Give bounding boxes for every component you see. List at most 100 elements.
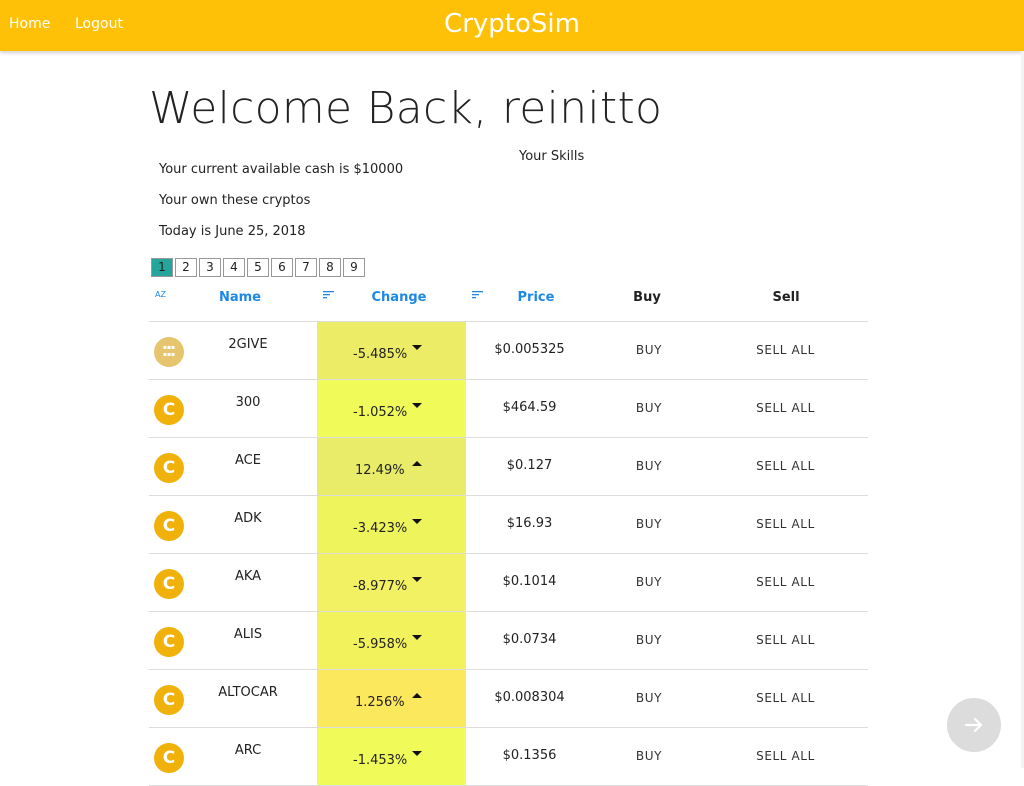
change-percent: -3.423% bbox=[353, 521, 408, 536]
page-title: Welcome Back, reinitto bbox=[149, 83, 663, 134]
change-cell: 12.49% bbox=[317, 438, 466, 495]
sell-all-button[interactable]: SELL ALL bbox=[737, 691, 834, 705]
sell-all-button[interactable]: SELL ALL bbox=[737, 459, 834, 473]
arrow-down-icon bbox=[412, 635, 422, 640]
change-percent: -1.052% bbox=[353, 405, 408, 420]
table-row: C ACE 12.49% $0.127 BUY SELL ALL bbox=[149, 438, 868, 496]
cash-text: Your current available cash is $10000 bbox=[159, 162, 404, 177]
buy-button[interactable]: BUY bbox=[619, 575, 679, 589]
arrow-down-icon bbox=[412, 345, 422, 350]
price-value: $0.1014 bbox=[502, 574, 557, 589]
page-button-1[interactable]: 1 bbox=[151, 258, 173, 277]
table-row: C 300 -1.052% $464.59 BUY SELL ALL bbox=[149, 380, 868, 438]
change-percent: -5.485% bbox=[353, 347, 408, 362]
coin-icon: C bbox=[154, 453, 184, 483]
pagination: 123456789 bbox=[151, 258, 367, 277]
price-value: $464.59 bbox=[502, 400, 557, 415]
crypto-name: ACE bbox=[235, 453, 261, 468]
sell-all-button[interactable]: SELL ALL bbox=[737, 517, 834, 531]
sell-all-button[interactable]: SELL ALL bbox=[737, 343, 834, 357]
sort-az-label: AZ bbox=[155, 290, 166, 299]
page-button-4[interactable]: 4 bbox=[223, 258, 245, 277]
arrow-down-icon bbox=[412, 519, 422, 524]
change-cell: -8.977% bbox=[317, 554, 466, 611]
sell-all-button[interactable]: SELL ALL bbox=[737, 401, 834, 415]
coin-glyph: C bbox=[162, 400, 176, 420]
crypto-table-body: ▪▪▪ ▪▪▪ 2GIVE -5.485% $0.005325 BUY SELL ALL C 3… bbox=[149, 322, 868, 786]
arrow-down-icon bbox=[412, 577, 422, 582]
sort-lines-icon bbox=[472, 291, 483, 299]
price-value: $16.93 bbox=[506, 516, 553, 531]
crypto-name: ADK bbox=[234, 511, 262, 526]
table-row: C ALIS -5.958% $0.0734 BUY SELL ALL bbox=[149, 612, 868, 670]
buy-button[interactable]: BUY bbox=[619, 517, 679, 531]
sell-all-button[interactable]: SELL ALL bbox=[737, 575, 834, 589]
sort-price-icon[interactable] bbox=[472, 291, 483, 301]
price-value: $0.1356 bbox=[502, 748, 557, 763]
page-button-8[interactable]: 8 bbox=[319, 258, 341, 277]
coin-glyph: C bbox=[162, 516, 176, 536]
arrow-up-icon bbox=[412, 461, 422, 466]
buy-button[interactable]: BUY bbox=[619, 749, 679, 763]
change-cell: -3.423% bbox=[317, 496, 466, 553]
price-column-header[interactable]: Price bbox=[511, 290, 561, 305]
next-page-button[interactable] bbox=[947, 698, 1001, 752]
change-percent: -8.977% bbox=[353, 579, 408, 594]
price-value: $0.008304 bbox=[494, 690, 565, 705]
name-column-header[interactable]: Name bbox=[215, 290, 265, 305]
change-cell: -1.052% bbox=[317, 380, 466, 437]
coin-icon: C bbox=[154, 627, 184, 657]
table-row: C ARC -1.453% $0.1356 BUY SELL ALL bbox=[149, 728, 868, 786]
coin-glyph: C bbox=[162, 690, 176, 710]
table-row: C ADK -3.423% $16.93 BUY SELL ALL bbox=[149, 496, 868, 554]
change-percent: -5.958% bbox=[353, 637, 408, 652]
change-column-header[interactable]: Change bbox=[369, 290, 429, 305]
page-button-6[interactable]: 6 bbox=[271, 258, 293, 277]
sell-all-button[interactable]: SELL ALL bbox=[737, 633, 834, 647]
price-value: $0.127 bbox=[506, 458, 553, 473]
sell-column-header: Sell bbox=[772, 290, 800, 305]
arrow-down-icon bbox=[412, 751, 422, 756]
page-button-7[interactable]: 7 bbox=[295, 258, 317, 277]
buy-column-header: Buy bbox=[633, 290, 661, 305]
sort-lines-icon bbox=[323, 291, 334, 299]
skills-heading: Your Skills bbox=[519, 149, 585, 164]
buy-button[interactable]: BUY bbox=[619, 459, 679, 473]
2give-logo-icon: ▪▪▪ ▪▪▪ bbox=[154, 337, 184, 367]
coin-glyph: C bbox=[162, 458, 176, 478]
coin-glyph: C bbox=[162, 574, 176, 594]
brand-wrapper: CryptoSim bbox=[0, 9, 1024, 39]
price-value: $0.005325 bbox=[494, 342, 565, 357]
page-button-2[interactable]: 2 bbox=[175, 258, 197, 277]
coin-icon: C bbox=[154, 395, 184, 425]
price-value: $0.0734 bbox=[502, 632, 557, 647]
nav-logout-link[interactable]: Logout bbox=[75, 16, 123, 32]
owned-cryptos-text: Your own these cryptos bbox=[159, 193, 311, 208]
crypto-name: AKA bbox=[234, 569, 262, 584]
nav-home-link[interactable]: Home bbox=[9, 16, 50, 32]
table-header: AZ Name Change Price Buy Sell bbox=[149, 284, 868, 322]
arrow-up-icon bbox=[412, 693, 422, 698]
arrow-down-icon bbox=[412, 403, 422, 408]
top-navbar: Home Logout CryptoSim bbox=[0, 0, 1024, 51]
crypto-name: ALTOCAR bbox=[218, 685, 278, 700]
coin-icon: C bbox=[154, 685, 184, 715]
sort-az-icon[interactable]: AZ bbox=[155, 291, 166, 299]
coin-glyph: C bbox=[162, 748, 176, 768]
change-cell: -1.453% bbox=[317, 728, 466, 785]
buy-button[interactable]: BUY bbox=[619, 343, 679, 357]
buy-button[interactable]: BUY bbox=[619, 633, 679, 647]
crypto-name: 2GIVE bbox=[228, 337, 268, 352]
crypto-name: ALIS bbox=[233, 627, 263, 642]
brand-title[interactable]: CryptoSim bbox=[444, 9, 580, 39]
sell-all-button[interactable]: SELL ALL bbox=[737, 749, 834, 763]
buy-button[interactable]: BUY bbox=[619, 691, 679, 705]
page-button-3[interactable]: 3 bbox=[199, 258, 221, 277]
buy-button[interactable]: BUY bbox=[619, 401, 679, 415]
table-row: C AKA -8.977% $0.1014 BUY SELL ALL bbox=[149, 554, 868, 612]
page-button-9[interactable]: 9 bbox=[343, 258, 365, 277]
page-button-5[interactable]: 5 bbox=[247, 258, 269, 277]
coin-logo-graphic: ▪▪▪ ▪▪▪ bbox=[162, 344, 176, 358]
sort-change-icon[interactable] bbox=[323, 291, 334, 301]
coin-icon: C bbox=[154, 743, 184, 773]
